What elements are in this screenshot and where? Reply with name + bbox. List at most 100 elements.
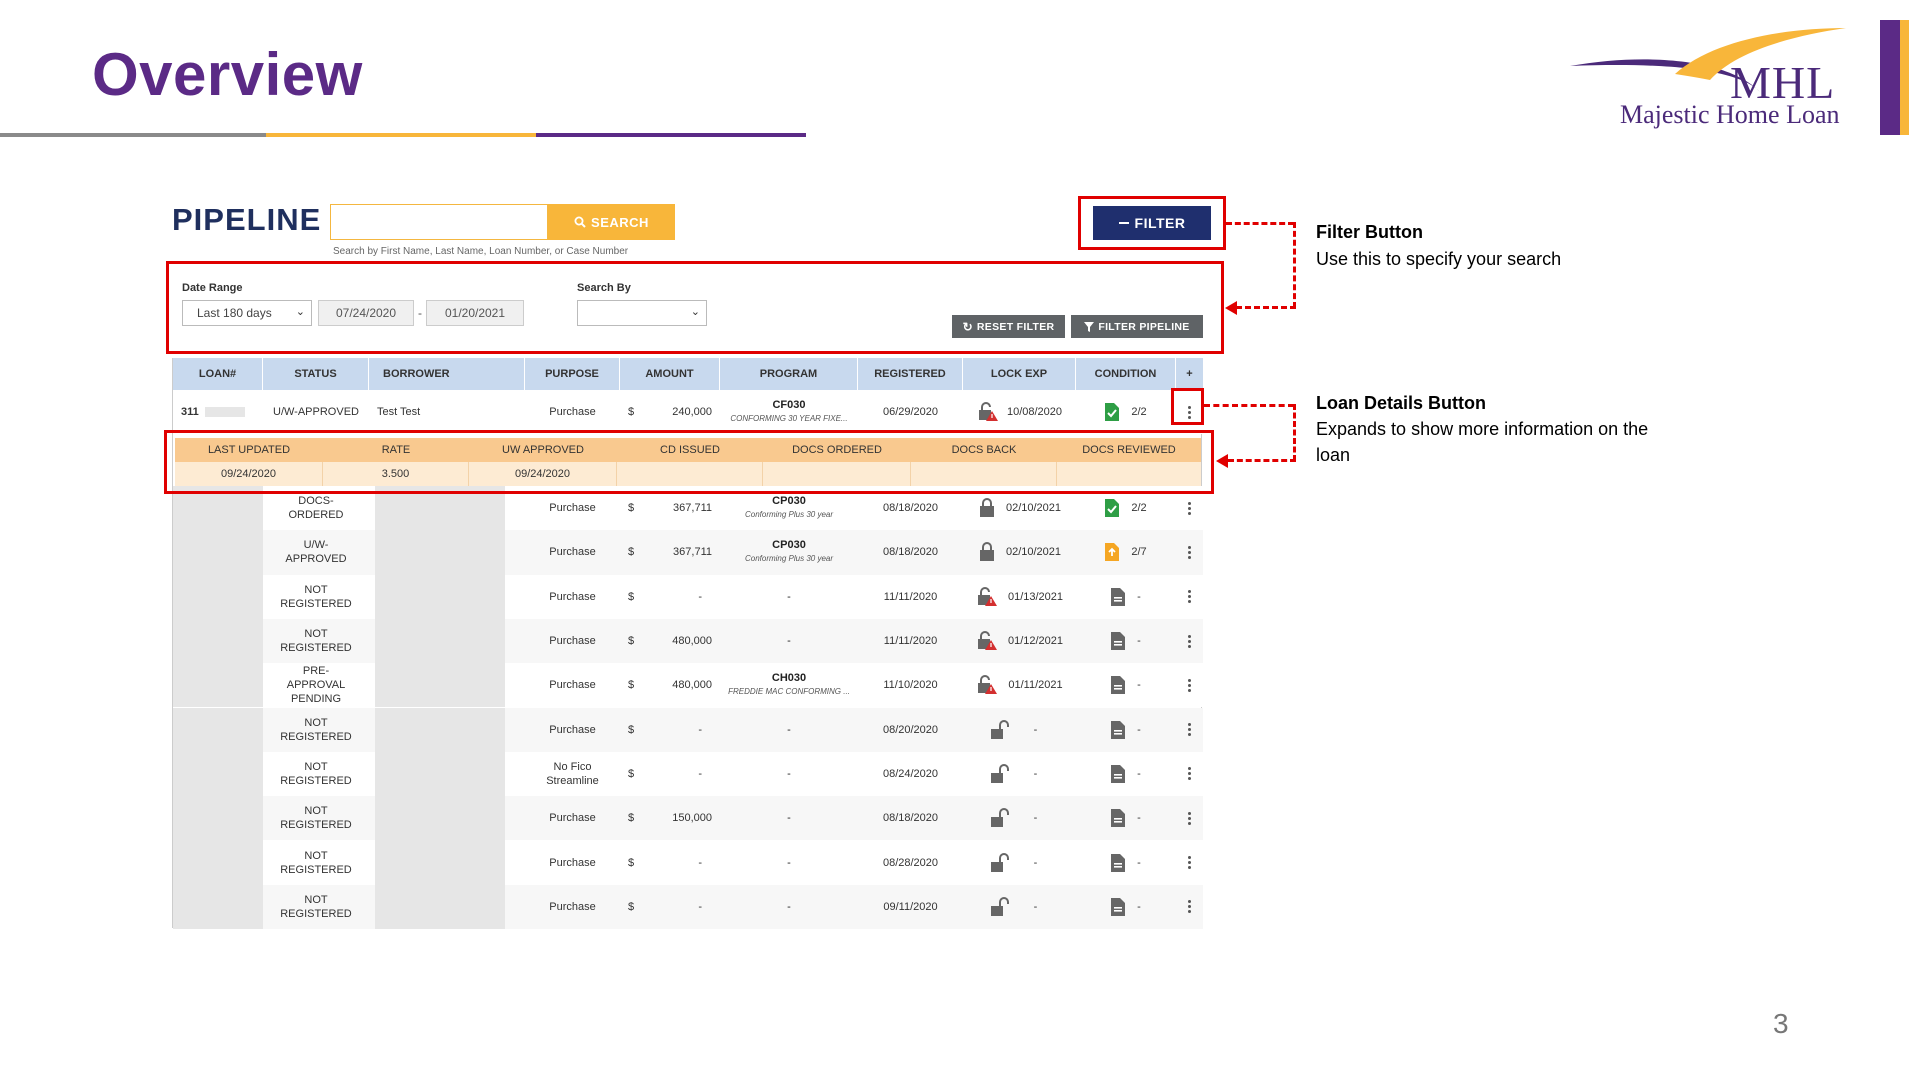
lock-exp: 01/13/2021 — [963, 575, 1076, 619]
table-row[interactable]: U/W-APPROVED Purchase $367,711 CP030 Conform… — [173, 530, 1203, 575]
purpose: Purchase — [549, 590, 596, 603]
status: NOT REGISTERED — [280, 716, 352, 743]
table-row[interactable]: NOT REGISTERED Purchase $ - -08/20/2020- - — [173, 707, 1203, 752]
col-status[interactable]: STATUS — [263, 358, 369, 390]
arrow-left-icon — [1216, 454, 1228, 468]
search-input[interactable] — [330, 204, 548, 240]
loan-details-button[interactable] — [1176, 840, 1203, 884]
page-number: 3 — [1773, 1008, 1789, 1039]
purpose: Purchase — [549, 723, 596, 736]
program: - — [787, 812, 791, 825]
registered: 06/29/2020 — [882, 406, 939, 418]
add-column-button[interactable]: + — [1176, 358, 1203, 390]
loan-details-button[interactable] — [1176, 708, 1203, 752]
col-lock-exp[interactable]: LOCK EXP — [963, 358, 1076, 390]
table-row[interactable]: NOT REGISTERED No Fico Streamline $ - - 08/24… — [173, 751, 1203, 797]
purpose: Purchase — [549, 812, 596, 825]
col-condition[interactable]: CONDITION — [1076, 358, 1176, 390]
details-connector — [1293, 404, 1296, 461]
status: U/W-APPROVED — [285, 539, 347, 566]
brand-bars — [1880, 20, 1909, 135]
unlock-icon — [990, 852, 1012, 873]
col-program[interactable]: PROGRAM — [720, 358, 858, 390]
lock-exp: - — [963, 752, 1076, 796]
program: - — [787, 856, 791, 869]
unlock-icon — [990, 896, 1012, 917]
col-loan[interactable]: LOAN# — [173, 358, 263, 390]
loan-details-button[interactable] — [1176, 575, 1203, 619]
loan-details-button[interactable] — [1176, 885, 1203, 929]
lock-exp: 10/08/2020 — [963, 390, 1076, 434]
details-connector — [1204, 404, 1294, 407]
borrower — [375, 796, 505, 841]
loan-number — [173, 530, 263, 575]
col-purpose[interactable]: PURPOSE — [525, 358, 620, 390]
borrower — [375, 751, 505, 797]
status: NOT REGISTERED — [280, 849, 352, 876]
loan-details-button[interactable] — [1176, 619, 1203, 663]
table-row[interactable]: NOT REGISTERED Purchase $150,000 - 08/18/202… — [173, 796, 1203, 841]
lock-exp: 01/11/2021 — [963, 663, 1076, 707]
search-button-label: SEARCH — [591, 214, 649, 230]
condition: 2/7 — [1076, 530, 1176, 574]
borrower — [375, 884, 505, 929]
program: - — [787, 590, 791, 603]
borrower: Test Test — [377, 406, 421, 418]
table-row[interactable]: PRE-APPROVAL PENDING Purchase $480,000 CH03… — [173, 663, 1203, 708]
condition: - — [1076, 619, 1176, 663]
kebab-menu-icon — [1188, 767, 1191, 781]
status: PRE-APPROVAL PENDING — [286, 665, 346, 706]
condition: - — [1076, 796, 1176, 840]
filter-connector — [1293, 222, 1296, 308]
loan-number — [173, 840, 263, 885]
loan-details-button[interactable] — [1176, 530, 1203, 574]
table-row[interactable]: NOT REGISTERED Purchase $ - -09/11/2020- - — [173, 884, 1203, 929]
loan-details-button[interactable] — [1176, 752, 1203, 796]
col-registered[interactable]: REGISTERED — [858, 358, 963, 390]
filter-annotation-body: Use this to specify your search — [1316, 249, 1562, 269]
registered: 11/11/2020 — [883, 590, 938, 603]
condition: 2/2 — [1076, 390, 1176, 434]
document-icon — [1111, 720, 1126, 739]
search-button[interactable]: SEARCH — [548, 204, 675, 240]
lock-exp: 01/12/2021 — [963, 619, 1076, 663]
status: U/W-APPROVED — [273, 406, 359, 418]
kebab-highlight-box — [1171, 388, 1204, 425]
loan-details-button[interactable] — [1176, 663, 1203, 707]
status: NOT REGISTERED — [280, 583, 352, 610]
condition: - — [1076, 663, 1176, 707]
col-borrower[interactable]: BORROWER — [369, 358, 525, 390]
table-row[interactable]: NOT REGISTERED Purchase $ - - 11/11/2020 01/13… — [173, 574, 1203, 619]
amount: $480,000 — [628, 679, 712, 692]
loan-number — [173, 663, 263, 708]
kebab-menu-icon — [1188, 545, 1191, 559]
program: CH030 FREDDIE MAC CONFORMING ... — [728, 672, 850, 697]
document-icon — [1111, 809, 1126, 828]
table-row[interactable]: 311 U/W-APPROVED Test Test Purchase $240… — [173, 390, 1203, 434]
borrower — [375, 530, 505, 575]
program: - — [787, 767, 791, 780]
table-row[interactable]: NOT REGISTERED Purchase $480,000 - 11/11/202… — [173, 618, 1203, 664]
loan-number: 311 — [173, 390, 263, 434]
status: NOT REGISTERED — [280, 628, 352, 655]
condition: - — [1076, 885, 1176, 929]
loan-details-button[interactable] — [1176, 796, 1203, 840]
kebab-menu-icon — [1188, 590, 1191, 604]
lock-exp: - — [963, 708, 1076, 752]
table-row[interactable]: NOT REGISTERED Purchase $ - -08/28/2020- - — [173, 840, 1203, 885]
condition: - — [1076, 840, 1176, 884]
condition: - — [1076, 752, 1176, 796]
kebab-menu-icon — [1188, 723, 1191, 737]
arrow-left-icon — [1225, 301, 1237, 315]
document-upload-icon — [1105, 543, 1120, 562]
unlock-icon — [990, 719, 1012, 740]
kebab-menu-icon — [1188, 856, 1191, 870]
program: - — [787, 723, 791, 736]
borrower — [375, 618, 505, 664]
kebab-menu-icon — [1188, 634, 1191, 648]
borrower — [375, 707, 505, 752]
purpose: Purchase — [549, 635, 596, 648]
col-amount[interactable]: AMOUNT — [620, 358, 720, 390]
document-icon — [1111, 853, 1126, 872]
status: NOT REGISTERED — [280, 893, 352, 920]
